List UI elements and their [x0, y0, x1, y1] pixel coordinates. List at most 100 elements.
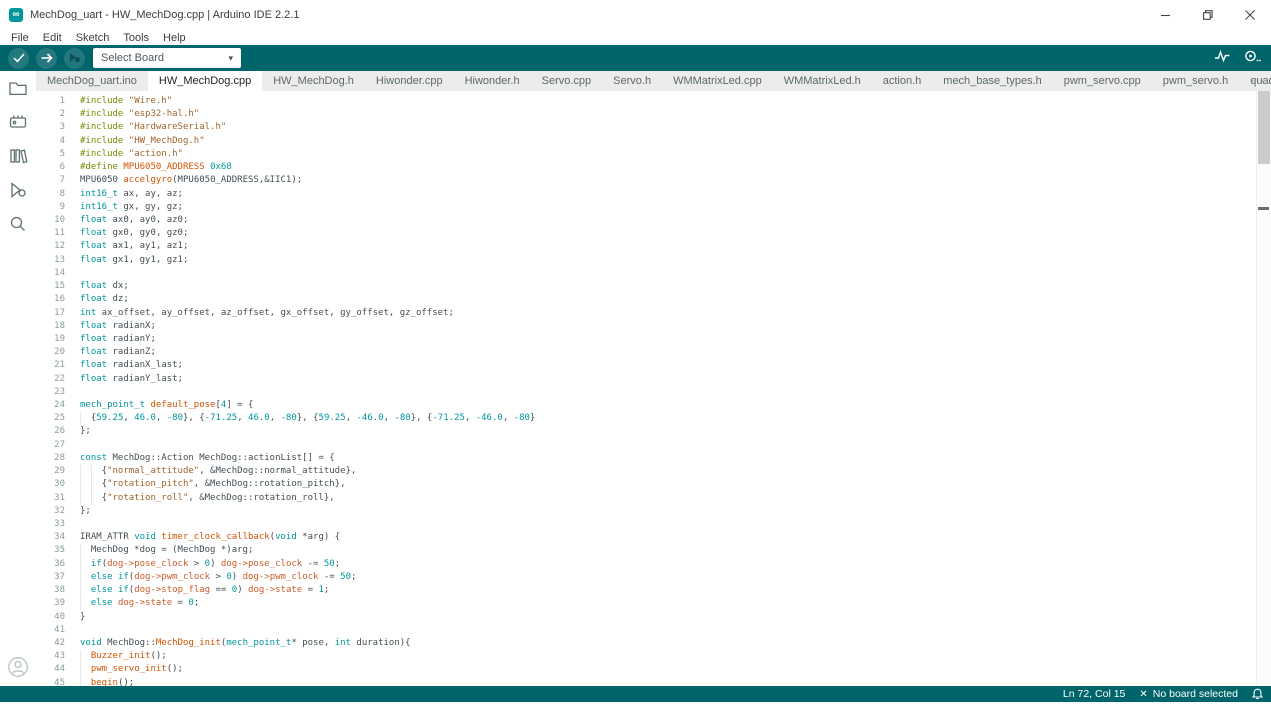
tab-action.h[interactable]: action.h	[872, 71, 933, 91]
sidebar-item-boards-manager[interactable]	[0, 105, 36, 139]
code-line[interactable]: #include "Wire.h"	[74, 95, 1257, 108]
sidebar-item-search[interactable]	[0, 207, 36, 241]
toolbar-right	[1214, 45, 1261, 71]
code-line[interactable]: int ax_offset, ay_offset, az_offset, gx_…	[74, 307, 1257, 320]
account-icon	[7, 656, 29, 678]
debug-button[interactable]	[64, 48, 85, 69]
code-line[interactable]: else if(dog->pwm_clock > 0) dog->pwm_clo…	[74, 571, 1257, 584]
code-line[interactable]: #include "HW_MechDog.h"	[74, 135, 1257, 148]
code-line[interactable]: {"rotation_pitch", &MechDog::rotation_pi…	[74, 478, 1257, 491]
code-line[interactable]: {59.25, 46.0, -80}, {-71.25, 46.0, -80},…	[74, 412, 1257, 425]
sidebar-item-sketchbook[interactable]	[0, 71, 36, 105]
indent-guide	[91, 465, 92, 478]
debug-bug-icon	[68, 52, 81, 64]
sidebar-item-library-manager[interactable]	[0, 139, 36, 173]
line-number: 30	[36, 478, 74, 491]
code-line[interactable]: float dx;	[74, 280, 1257, 293]
code-line[interactable]	[74, 624, 1257, 637]
menu-file[interactable]: File	[4, 32, 36, 44]
line-number: 31	[36, 492, 74, 505]
sidebar-item-debugger[interactable]	[0, 173, 36, 207]
code-line[interactable]: {"normal_attitude", &MechDog::normal_att…	[74, 465, 1257, 478]
menu-help[interactable]: Help	[156, 32, 193, 44]
close-icon[interactable]	[1229, 0, 1271, 30]
tab-overflow-button[interactable]: ···	[1251, 71, 1265, 91]
tab-Hiwonder.cpp[interactable]: Hiwonder.cpp	[365, 71, 454, 91]
code-line[interactable]: else dog->state = 0;	[74, 597, 1257, 610]
editor-scrollbar[interactable]	[1256, 91, 1271, 686]
tab-pwm_servo.cpp[interactable]: pwm_servo.cpp	[1053, 71, 1152, 91]
tab-mech_base_types.h[interactable]: mech_base_types.h	[932, 71, 1052, 91]
line-number: 11	[36, 227, 74, 240]
tab-Servo.h[interactable]: Servo.h	[602, 71, 662, 91]
code-line[interactable]: float radianY_last;	[74, 373, 1257, 386]
code-line[interactable]: const MechDog::Action MechDog::actionLis…	[74, 452, 1257, 465]
code-line[interactable]: if(dog->pose_clock > 0) dog->pose_clock …	[74, 558, 1257, 571]
code-line[interactable]: #include "action.h"	[74, 148, 1257, 161]
tab-WMMatrixLed.cpp[interactable]: WMMatrixLed.cpp	[662, 71, 773, 91]
code-line[interactable]: {"rotation_roll", &MechDog::rotation_rol…	[74, 492, 1257, 505]
code-line[interactable]: float gx0, gy0, gz0;	[74, 227, 1257, 240]
code-line[interactable]: IRAM_ATTR void timer_clock_callback(void…	[74, 531, 1257, 544]
code-line[interactable]: MPU6050 accelgyro(MPU6050_ADDRESS,&IIC1)…	[74, 174, 1257, 187]
indent-guide	[80, 663, 81, 676]
tab-pwm_servo.h[interactable]: pwm_servo.h	[1152, 71, 1239, 91]
serial-plotter-icon[interactable]	[1214, 49, 1231, 68]
tab-Hiwonder.h[interactable]: Hiwonder.h	[454, 71, 531, 91]
minimize-icon[interactable]	[1145, 0, 1187, 30]
menu-sketch[interactable]: Sketch	[69, 32, 117, 44]
verify-button[interactable]	[8, 48, 29, 69]
code-line[interactable]	[74, 439, 1257, 452]
indent-guide	[80, 584, 81, 597]
code-line[interactable]: else if(dog->stop_flag == 0) dog->state …	[74, 584, 1257, 597]
select-board-dropdown[interactable]: Select Board ▾	[93, 48, 241, 68]
code-line[interactable]	[74, 518, 1257, 531]
code-line[interactable]: MechDog *dog = (MechDog *)arg;	[74, 544, 1257, 557]
scrollbar-thumb[interactable]	[1258, 91, 1270, 164]
code-line[interactable]: #define MPU6050_ADDRESS 0x68	[74, 161, 1257, 174]
tab-WMMatrixLed.h[interactable]: WMMatrixLed.h	[773, 71, 872, 91]
code-line[interactable]	[74, 267, 1257, 280]
board-status[interactable]: ✕ No board selected	[1139, 688, 1238, 700]
code-line[interactable]: };	[74, 505, 1257, 518]
upload-button[interactable]	[36, 48, 57, 69]
sidebar-item-account[interactable]	[0, 650, 36, 684]
serial-monitor-icon[interactable]	[1243, 49, 1261, 68]
code-line[interactable]: float radianX;	[74, 320, 1257, 333]
line-number: 20	[36, 346, 74, 359]
code-line[interactable]: float ax1, ay1, az1;	[74, 240, 1257, 253]
menu-edit[interactable]: Edit	[36, 32, 69, 44]
code-line[interactable]: void MechDog::MechDog_init(mech_point_t*…	[74, 637, 1257, 650]
code-line[interactable]: float radianY;	[74, 333, 1257, 346]
code-line[interactable]: float dz;	[74, 293, 1257, 306]
code-area[interactable]: #include "Wire.h"#include "esp32-hal.h"#…	[74, 95, 1257, 690]
code-line[interactable]: int16_t gx, gy, gz;	[74, 201, 1257, 214]
code-line[interactable]: };	[74, 425, 1257, 438]
code-line[interactable]: Buzzer_init();	[74, 650, 1257, 663]
tab-HW_MechDog.cpp[interactable]: HW_MechDog.cpp	[148, 71, 262, 91]
code-line[interactable]: }	[74, 611, 1257, 624]
code-line[interactable]: float radianZ;	[74, 346, 1257, 359]
code-editor[interactable]: 1234567891011121314151617181920212223242…	[36, 91, 1271, 686]
code-line[interactable]: mech_point_t default_pose[4] = {	[74, 399, 1257, 412]
tab-Servo.cpp[interactable]: Servo.cpp	[531, 71, 603, 91]
cursor-position[interactable]: Ln 72, Col 15	[1063, 688, 1125, 700]
code-line[interactable]: int16_t ax, ay, az;	[74, 188, 1257, 201]
tab-HW_MechDog.h[interactable]: HW_MechDog.h	[262, 71, 365, 91]
indent-guide	[91, 478, 92, 491]
code-line[interactable]: float ax0, ay0, az0;	[74, 214, 1257, 227]
line-number: 6	[36, 161, 74, 174]
tab-MechDog_uart.ino[interactable]: MechDog_uart.ino	[36, 71, 148, 91]
notifications-button[interactable]	[1252, 688, 1263, 700]
restore-icon[interactable]	[1187, 0, 1229, 30]
menu-tools[interactable]: Tools	[116, 32, 156, 44]
line-number: 25	[36, 412, 74, 425]
code-line[interactable]: #include "esp32-hal.h"	[74, 108, 1257, 121]
code-line[interactable]: float radianX_last;	[74, 359, 1257, 372]
check-icon	[13, 53, 25, 63]
code-line[interactable]	[74, 386, 1257, 399]
code-line[interactable]: #include "HardwareSerial.h"	[74, 121, 1257, 134]
code-line[interactable]: float gx1, gy1, gz1;	[74, 254, 1257, 267]
line-number: 26	[36, 425, 74, 438]
code-line[interactable]: pwm_servo_init();	[74, 663, 1257, 676]
